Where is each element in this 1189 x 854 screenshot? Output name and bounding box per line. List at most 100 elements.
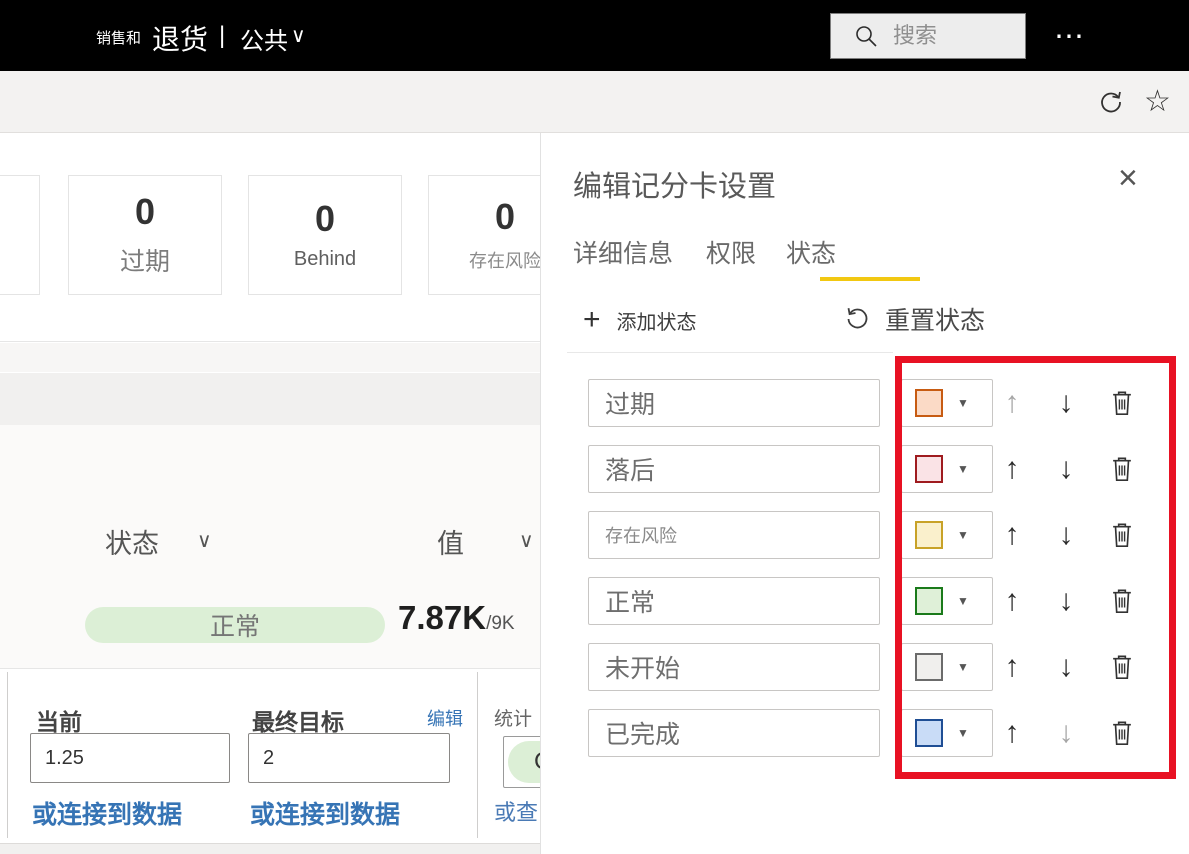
goal-value-target: /9K bbox=[486, 613, 515, 634]
favorite-star-button[interactable]: ☆ bbox=[1144, 84, 1171, 119]
table-band bbox=[0, 343, 540, 372]
more-options-button[interactable]: ⋯ bbox=[1048, 18, 1092, 55]
move-up-button[interactable]: ↑ bbox=[992, 445, 1032, 493]
status-color-dropdown[interactable]: ▼ bbox=[901, 709, 993, 757]
goal-value: 7.87K /9K bbox=[398, 599, 540, 637]
card-value: 0 bbox=[314, 197, 336, 239]
screen: 销售和 退货 | 公共 ∨ ⋯ ☆ 0 过期 0 Behind bbox=[0, 0, 1189, 854]
trash-icon bbox=[1113, 523, 1131, 548]
add-status-label: 添加状态 bbox=[616, 311, 697, 334]
refresh-icon bbox=[1101, 91, 1121, 113]
status-name-input[interactable] bbox=[588, 643, 880, 691]
caret-down-icon: ▼ bbox=[957, 462, 969, 476]
move-up-button[interactable]: ↑ bbox=[992, 709, 1032, 757]
tab-permissions[interactable]: 权限 bbox=[706, 234, 756, 270]
tab-status[interactable]: 状态 bbox=[786, 234, 836, 270]
status-name-input[interactable] bbox=[588, 709, 880, 757]
move-up-button[interactable]: ↑ bbox=[992, 379, 1032, 427]
tab-details[interactable]: 详细信息 bbox=[573, 234, 673, 270]
caret-down-icon: ▼ bbox=[957, 660, 969, 674]
delete-status-button[interactable] bbox=[1102, 643, 1142, 691]
stats-box[interactable]: C bbox=[503, 736, 540, 788]
status-color-dropdown[interactable]: ▼ bbox=[901, 445, 993, 493]
status-color-dropdown[interactable]: ▼ bbox=[901, 379, 993, 427]
reset-icon bbox=[847, 308, 868, 329]
search-box[interactable] bbox=[830, 13, 1026, 59]
move-down-button[interactable]: ↓ bbox=[1046, 577, 1086, 625]
status-color-dropdown[interactable]: ▼ bbox=[901, 577, 993, 625]
caret-down-icon: ▼ bbox=[957, 396, 969, 410]
panel-title: 编辑记分卡设置 bbox=[573, 171, 777, 203]
app-label: 销售和 bbox=[96, 30, 142, 47]
status-column-header[interactable]: 状态 bbox=[105, 522, 159, 561]
status-name-input[interactable] bbox=[588, 379, 880, 427]
divider bbox=[0, 668, 540, 669]
summary-card-at-risk[interactable]: 0 存在风险 bbox=[428, 175, 540, 295]
trash-icon bbox=[1113, 721, 1131, 746]
card-label: Behind bbox=[293, 248, 357, 271]
connect-data-link-current[interactable]: 或连接到数据 bbox=[32, 795, 182, 831]
status-pill[interactable]: 正常 bbox=[85, 607, 385, 643]
edit-link[interactable]: 编辑 bbox=[427, 705, 463, 731]
final-target-input[interactable] bbox=[248, 733, 450, 783]
value-column-header[interactable]: 值 bbox=[437, 522, 464, 561]
stats-pill: C bbox=[508, 741, 540, 783]
move-down-button[interactable]: ↓ bbox=[1046, 709, 1086, 757]
active-tab-underline bbox=[820, 277, 920, 281]
color-swatch bbox=[915, 719, 943, 747]
status-name-input[interactable] bbox=[588, 445, 880, 493]
chevron-down-icon[interactable]: ∨ bbox=[291, 23, 306, 48]
delete-status-button[interactable] bbox=[1102, 445, 1142, 493]
refresh-button[interactable] bbox=[1097, 88, 1125, 119]
close-icon[interactable]: × bbox=[1112, 160, 1144, 196]
status-row: ▼ ↑ ↓ bbox=[588, 577, 1148, 625]
secondary-toolbar bbox=[0, 71, 1189, 133]
title-separator: | bbox=[219, 22, 226, 49]
delete-status-button[interactable] bbox=[1102, 577, 1142, 625]
scorecard-background: 0 过期 0 Behind 0 存在风险 状态 ∨ 值 ∨ 正常 7.87K /… bbox=[0, 133, 540, 854]
summary-card-overdue[interactable]: 0 过期 bbox=[68, 175, 222, 295]
move-down-button[interactable]: ↓ bbox=[1046, 379, 1086, 427]
chevron-down-icon[interactable]: ∨ bbox=[519, 528, 534, 553]
caret-down-icon: ▼ bbox=[957, 594, 969, 608]
trash-icon bbox=[1113, 391, 1131, 416]
status-name-input[interactable] bbox=[588, 577, 880, 625]
form-divider bbox=[477, 672, 478, 838]
move-up-button[interactable]: ↑ bbox=[992, 577, 1032, 625]
add-status-button[interactable]: + 添加状态 bbox=[583, 303, 697, 337]
color-swatch bbox=[915, 389, 943, 417]
connect-data-link-target[interactable]: 或连接到数据 bbox=[250, 795, 400, 831]
status-row: ▼ ↑ ↓ bbox=[588, 445, 1148, 493]
reset-status-label: 重置状态 bbox=[885, 307, 986, 335]
bottom-strip bbox=[0, 843, 540, 854]
status-color-dropdown[interactable]: ▼ bbox=[901, 511, 993, 559]
search-input[interactable] bbox=[891, 22, 1015, 50]
delete-status-button[interactable] bbox=[1102, 379, 1142, 427]
card-value: 0 bbox=[494, 196, 516, 238]
divider bbox=[0, 341, 540, 342]
summary-card-behind[interactable]: 0 Behind bbox=[248, 175, 402, 295]
move-up-button[interactable]: ↑ bbox=[992, 643, 1032, 691]
chevron-down-icon[interactable]: ∨ bbox=[197, 528, 212, 553]
current-value-input[interactable] bbox=[30, 733, 230, 783]
caret-down-icon: ▼ bbox=[957, 528, 969, 542]
final-target-label: 最终目标 bbox=[252, 709, 344, 735]
delete-status-button[interactable] bbox=[1102, 511, 1142, 559]
move-down-button[interactable]: ↓ bbox=[1046, 445, 1086, 493]
stats-link[interactable]: 或查 bbox=[494, 795, 538, 827]
status-row: ▼ ↑ ↓ bbox=[588, 643, 1148, 691]
card-label: 存在风险 bbox=[469, 250, 540, 271]
move-down-button[interactable]: ↓ bbox=[1046, 643, 1086, 691]
move-up-button[interactable]: ↑ bbox=[992, 511, 1032, 559]
reset-status-button[interactable]: 重置状态 bbox=[843, 301, 985, 337]
color-swatch bbox=[915, 455, 943, 483]
card-label: 过期 bbox=[119, 247, 170, 276]
move-down-button[interactable]: ↓ bbox=[1046, 511, 1086, 559]
delete-status-button[interactable] bbox=[1102, 709, 1142, 757]
trash-icon bbox=[1113, 589, 1131, 614]
summary-card-partial[interactable] bbox=[0, 175, 40, 295]
status-name-input[interactable] bbox=[588, 511, 880, 559]
table-band bbox=[0, 373, 540, 425]
workspace-selector[interactable]: 公共 bbox=[240, 21, 288, 56]
status-color-dropdown[interactable]: ▼ bbox=[901, 643, 993, 691]
